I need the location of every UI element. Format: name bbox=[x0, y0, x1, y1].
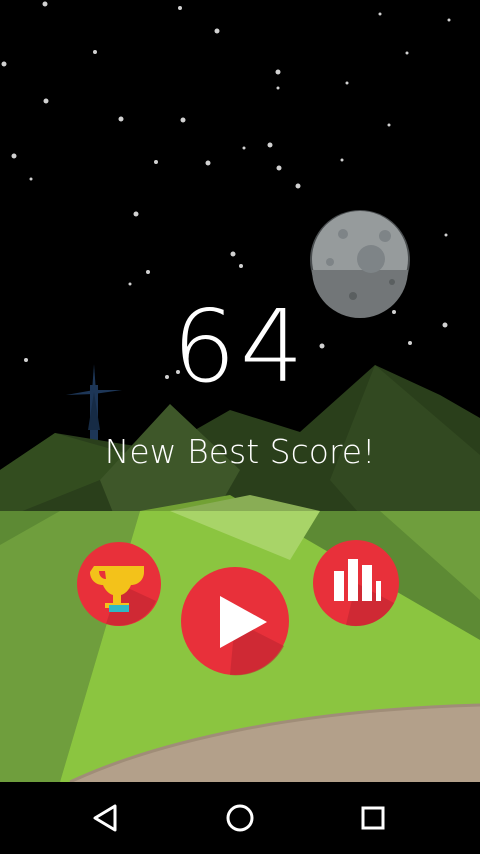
new-best-score-label: New Best Score! bbox=[104, 432, 376, 471]
achievements-button[interactable] bbox=[76, 541, 162, 627]
home-circle-icon bbox=[226, 804, 254, 832]
back-button[interactable] bbox=[87, 798, 127, 838]
back-triangle-icon bbox=[93, 804, 117, 832]
android-navigation-bar bbox=[0, 782, 480, 854]
bar-chart-icon bbox=[313, 540, 399, 627]
score-value: 64 bbox=[172, 288, 308, 405]
recents-button[interactable] bbox=[353, 798, 393, 838]
game-screen: 64 New Best Score! bbox=[0, 0, 480, 854]
play-icon bbox=[181, 567, 289, 676]
recents-square-icon bbox=[361, 806, 385, 830]
leaderboard-button[interactable] bbox=[312, 539, 400, 627]
home-button[interactable] bbox=[220, 798, 260, 838]
trophy-icon bbox=[77, 542, 161, 626]
play-button[interactable] bbox=[180, 566, 290, 676]
